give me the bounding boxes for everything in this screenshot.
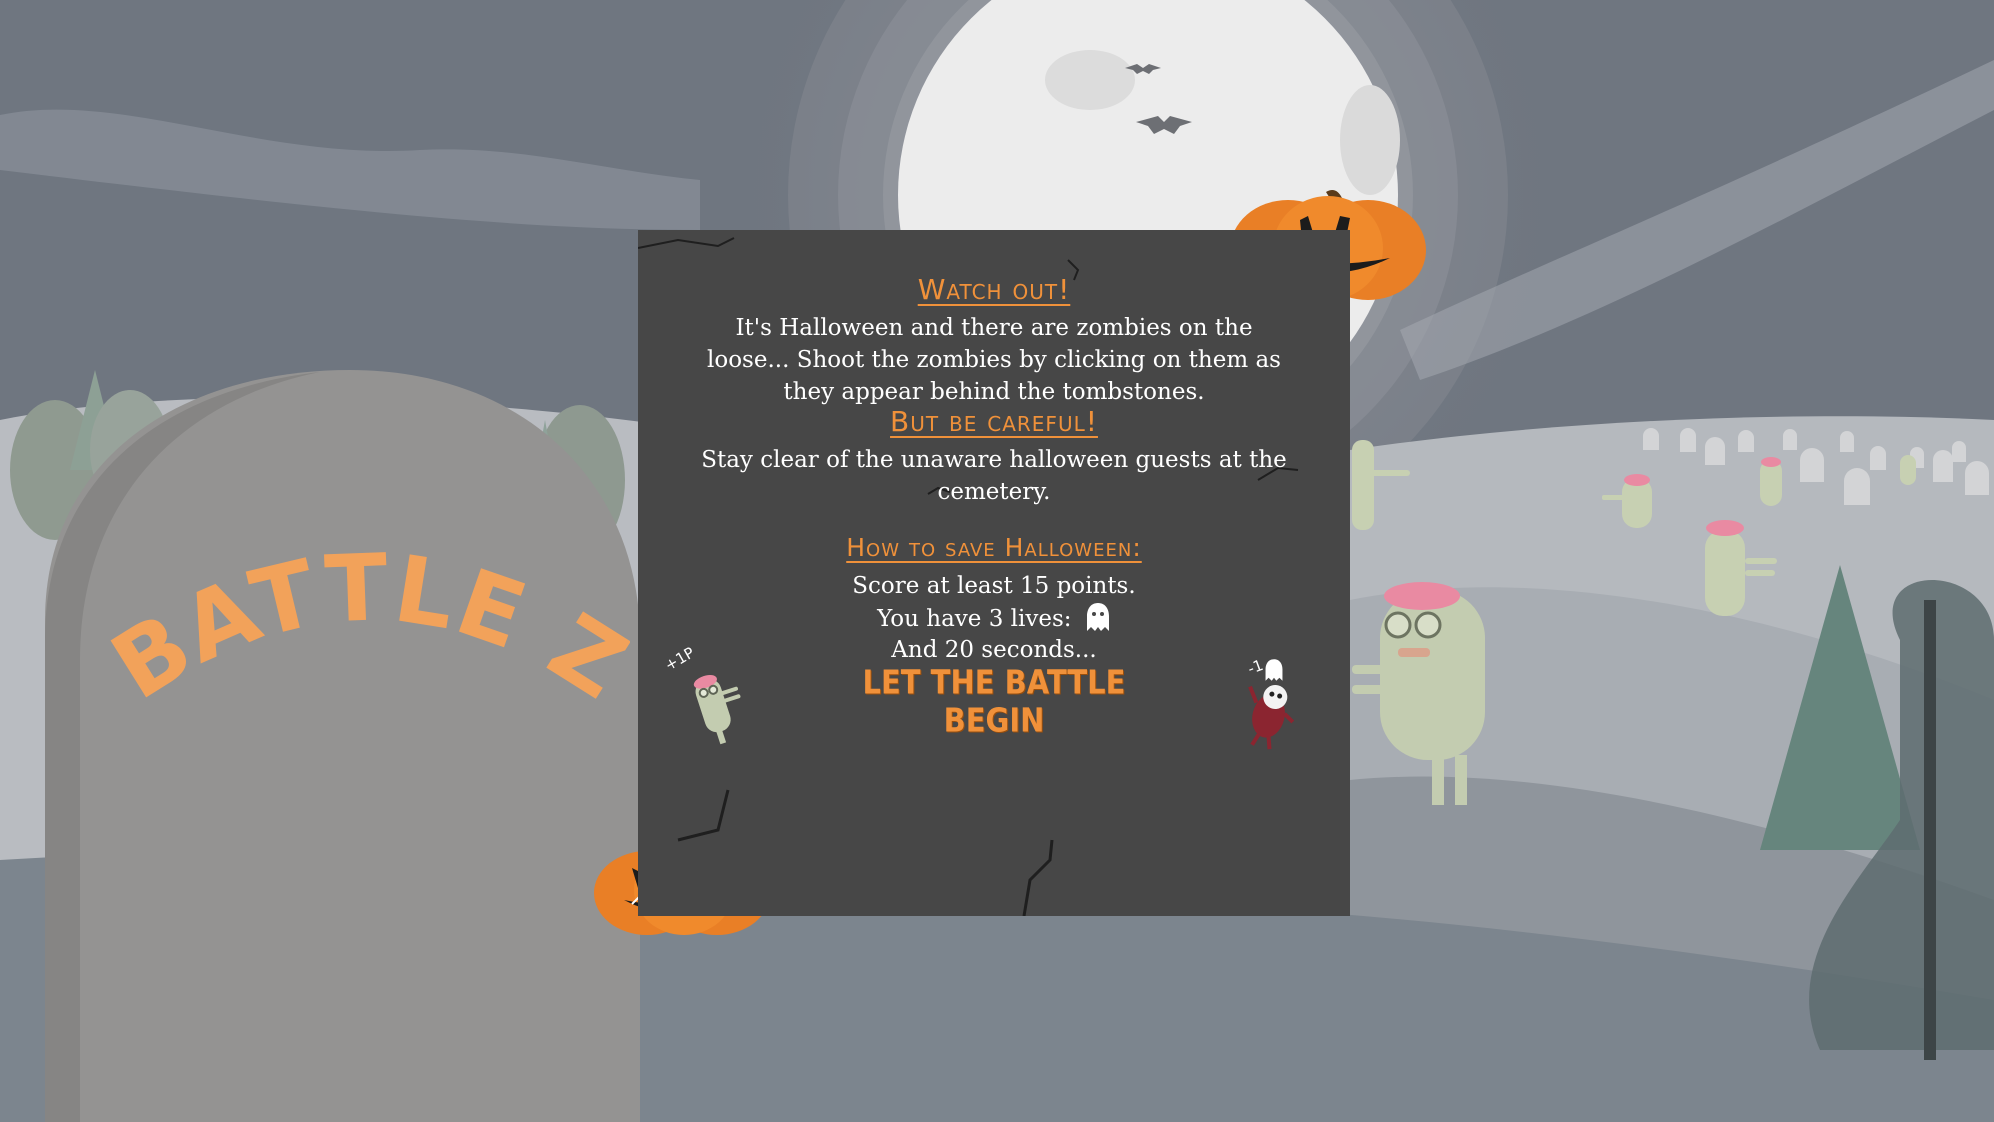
ghost-icon <box>1086 603 1109 631</box>
battle-z-title: BATTLE Z <box>110 534 630 721</box>
zombie-icon <box>693 675 741 745</box>
be-careful-heading: But be careful! <box>890 405 1098 438</box>
tombstone-title: BATTLE Z <box>110 534 630 721</box>
guest-icon <box>1248 685 1295 750</box>
intro-text: It's Halloween and there are zombies on … <box>706 315 1281 405</box>
score-rule: Score at least 15 points. <box>852 573 1136 599</box>
instructions-dialog: Watch out! It's Halloween and there are … <box>638 230 1350 916</box>
start-battle-button[interactable]: LET THE BATTLE BEGIN <box>844 663 1144 739</box>
how-to-heading: How to save Halloween: <box>846 533 1142 562</box>
svg-text:BATTLE Z: BATTLE Z <box>110 534 630 721</box>
tombstone <box>45 370 640 1122</box>
stay-clear-text: Stay clear of the unaware halloween gues… <box>701 447 1287 505</box>
lives-rule: You have 3 lives: <box>877 606 1072 632</box>
lives-rule-row: You have 3 lives: <box>638 602 1350 635</box>
watch-out-heading: Watch out! <box>917 273 1071 306</box>
